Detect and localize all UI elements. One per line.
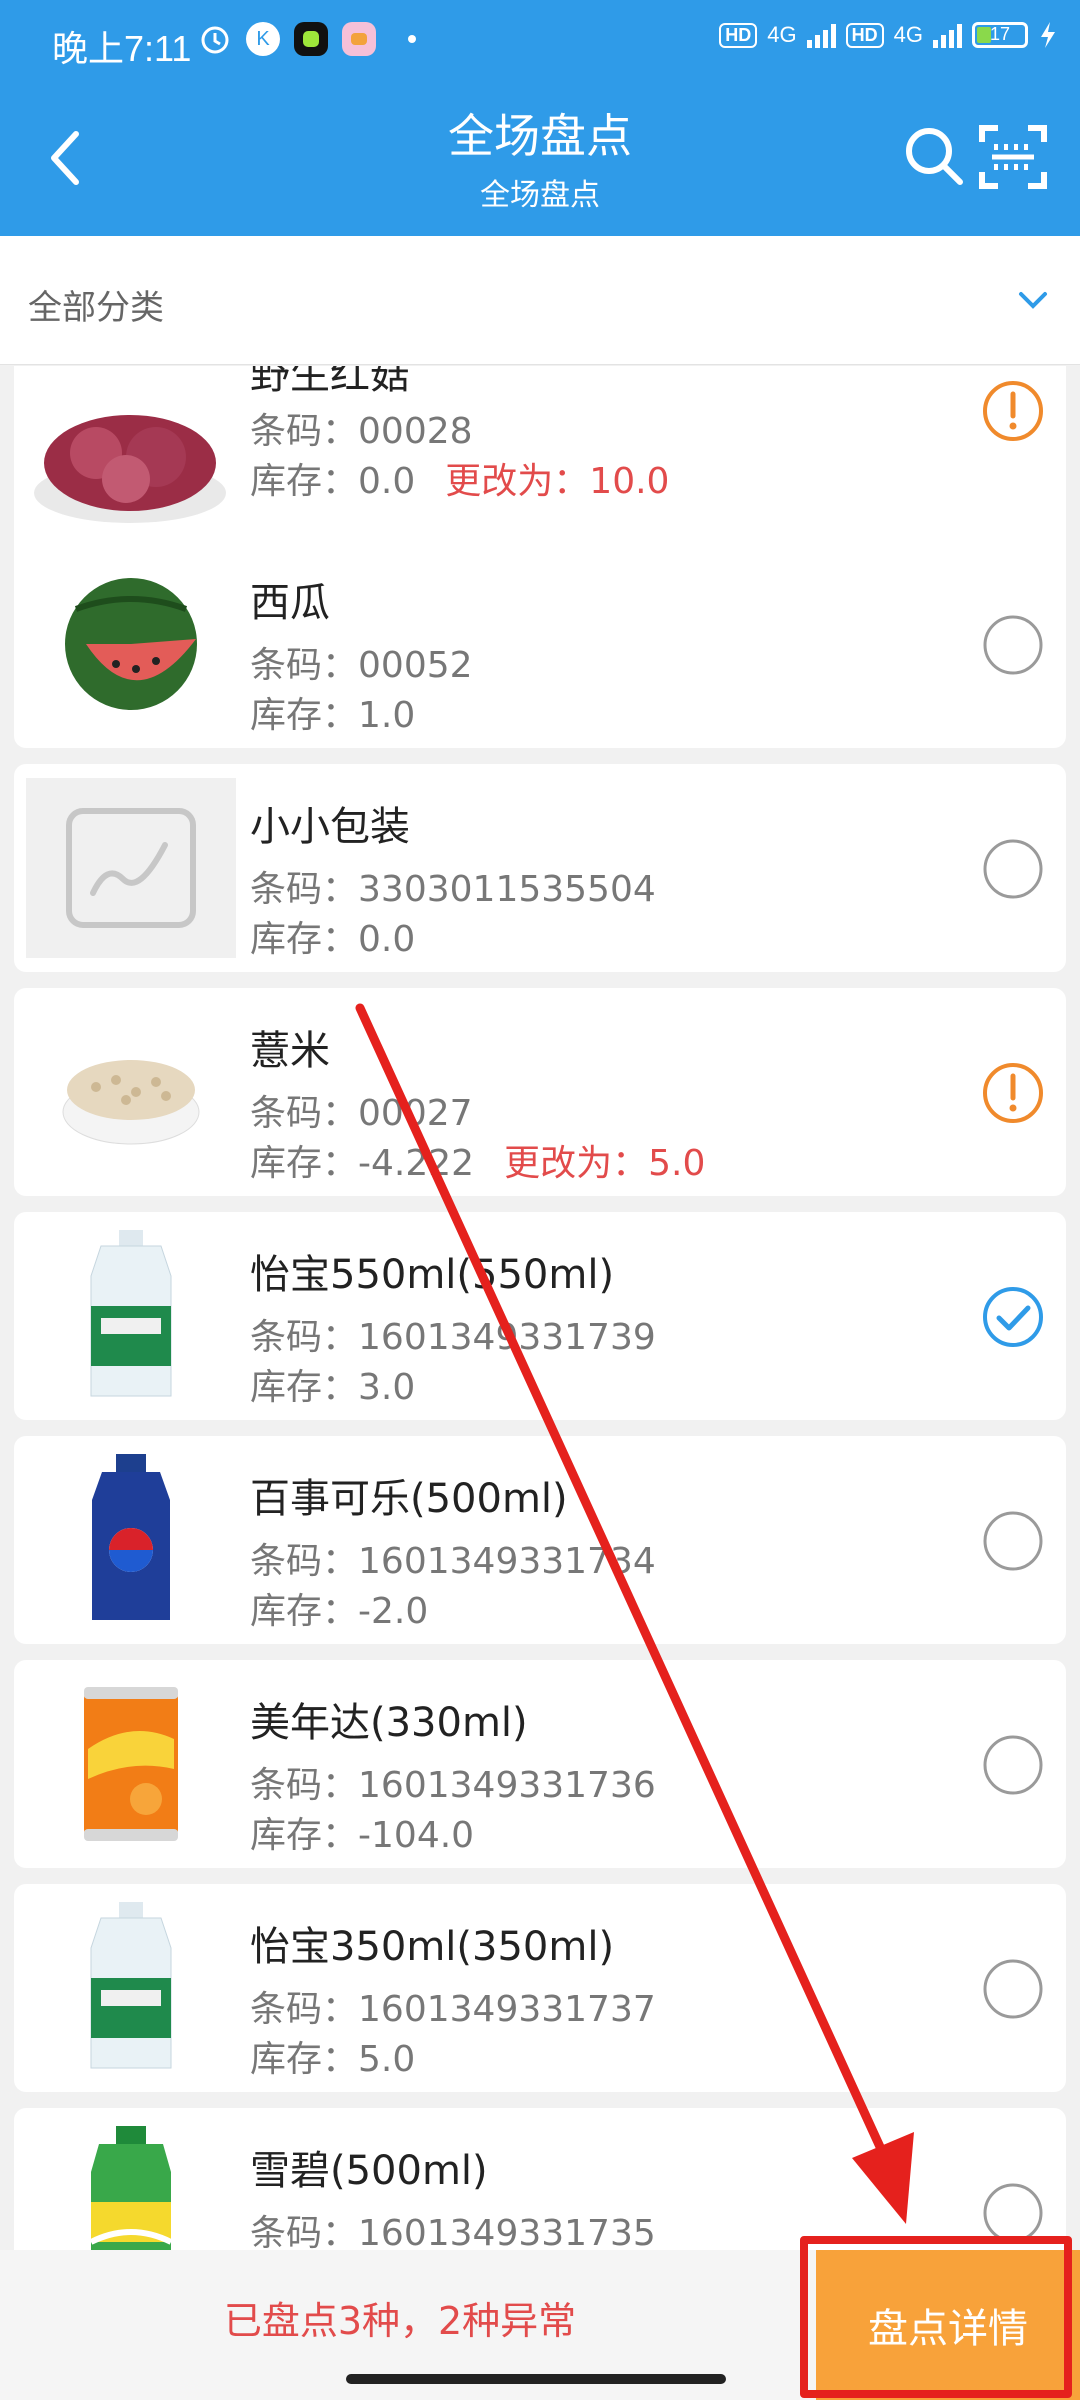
list-item[interactable]: 西瓜 条码：00052 库存：1.0 [14, 540, 1066, 748]
list-item[interactable]: 怡宝350ml(350ml) 条码：1601349331737 库存：5.0 [14, 1884, 1066, 2092]
battery-icon: 17 [972, 22, 1028, 48]
product-barcode: 条码：1601349331739 [250, 1317, 656, 1358]
signal-icon-2 [933, 22, 962, 48]
hd-badge: HD [719, 22, 758, 48]
product-image-watermelon [26, 554, 236, 734]
product-stock: 库存：-104.0 [250, 1815, 475, 1856]
inventory-summary: 已盘点3种，2种异常 [223, 2299, 577, 2343]
product-image-pepsi [26, 1450, 236, 1630]
product-barcode: 条码：1601349331735 [250, 2213, 656, 2250]
list-item[interactable]: 薏米 条码：00027 库存：-4.222 更改为：5.0 [14, 988, 1066, 1196]
product-image-water-bottle-small [26, 1898, 236, 2078]
list-item[interactable]: 百事可乐(500ml) 条码：1601349331734 库存：-2.0 [14, 1436, 1066, 1644]
warning-icon[interactable] [982, 1062, 1044, 1124]
product-name: 怡宝550ml(550ml) [250, 1252, 615, 1298]
status-bar: 晚上7:11 K HD 4G HD 4G 17 [0, 0, 1080, 78]
product-image-barley [26, 1002, 236, 1182]
unchecked-circle-icon[interactable] [982, 1734, 1044, 1796]
app-cake-icon [342, 22, 376, 56]
battery-level: 17 [989, 24, 1011, 44]
changed-value: 更改为：10.0 [445, 461, 670, 502]
list-item[interactable]: 美年达(330ml) 条码：1601349331736 库存：-104.0 [14, 1660, 1066, 1868]
product-image-water-bottle [26, 1226, 236, 1406]
product-stock: 库存：-4.222 更改为：5.0 [250, 1143, 706, 1184]
unchecked-circle-icon[interactable] [982, 1958, 1044, 2020]
status-right: HD 4G HD 4G 17 [719, 20, 1058, 50]
checked-circle-icon[interactable] [982, 1286, 1044, 1348]
unchecked-circle-icon[interactable] [982, 614, 1044, 676]
signal-icon [806, 22, 836, 48]
charging-icon [1041, 22, 1055, 48]
product-name: 雪碧(500ml) [250, 2148, 488, 2194]
warning-icon[interactable] [982, 380, 1044, 442]
status-dot-icon [408, 35, 416, 43]
app-green-icon [294, 22, 328, 56]
product-stock: 库存：-2.0 [250, 1591, 429, 1632]
changed-value: 更改为：5.0 [504, 1143, 706, 1184]
alarm-icon [201, 26, 229, 54]
product-barcode: 条码：3303011535504 [250, 869, 656, 910]
product-name: 美年达(330ml) [250, 1700, 528, 1746]
product-name: 怡宝350ml(350ml) [250, 1924, 615, 1970]
product-stock: 库存：5.0 [250, 2039, 416, 2080]
network-label: 4G [767, 22, 797, 47]
product-barcode: 条码：1601349331737 [250, 1989, 656, 2030]
category-filter[interactable]: 全部分类 [0, 236, 1080, 365]
image-placeholder-icon [26, 778, 236, 958]
product-image-sprite [26, 2122, 236, 2250]
product-stock: 库存：0.0 [250, 919, 416, 960]
hd-badge-2: HD [845, 22, 884, 48]
app-header: 全场盘点 全场盘点 [0, 78, 1080, 236]
product-name: 野生红菇 [250, 366, 410, 398]
search-icon[interactable] [902, 124, 966, 188]
status-app-icons: K [198, 22, 416, 56]
product-barcode: 条码：00028 [250, 411, 473, 452]
product-name: 小小包装 [250, 804, 410, 850]
unchecked-circle-icon[interactable] [982, 838, 1044, 900]
chevron-down-icon[interactable] [1018, 290, 1048, 310]
product-stock: 库存：1.0 [250, 695, 416, 736]
product-barcode: 条码：1601349331734 [250, 1541, 656, 1582]
product-barcode: 条码：00027 [250, 1093, 473, 1134]
home-indicator[interactable] [346, 2374, 726, 2384]
scan-icon[interactable] [978, 122, 1048, 192]
product-image-mushroom [26, 368, 236, 548]
category-label: 全部分类 [28, 288, 164, 328]
annotation-highlight-box [800, 2236, 1072, 2398]
product-stock: 库存：0.0 更改为：10.0 [250, 461, 670, 502]
product-name: 薏米 [250, 1028, 330, 1074]
product-name: 百事可乐(500ml) [250, 1476, 568, 1522]
list-item[interactable]: 小小包装 条码：3303011535504 库存：0.0 [14, 764, 1066, 972]
network-label-2: 4G [893, 22, 923, 47]
list-item[interactable]: 雪碧(500ml) 条码：1601349331735 库存： [14, 2108, 1066, 2250]
list-item[interactable]: 怡宝550ml(550ml) 条码：1601349331739 库存：3.0 [14, 1212, 1066, 1420]
unchecked-circle-icon[interactable] [982, 1510, 1044, 1572]
product-stock: 库存：3.0 [250, 1367, 416, 1408]
list-item[interactable]: 野生红菇 条码：00028 库存：0.0 更改为：10.0 [14, 366, 1066, 562]
product-barcode: 条码：00052 [250, 645, 473, 686]
product-list[interactable]: 野生红菇 条码：00028 库存：0.0 更改为：10.0 西瓜 条码：00052… [0, 366, 1080, 2250]
product-image-mirinda [26, 1674, 236, 1854]
unchecked-circle-icon[interactable] [982, 2182, 1044, 2244]
product-name: 西瓜 [250, 580, 330, 626]
app-k-icon: K [246, 22, 280, 56]
status-time: 晚上7:11 [52, 28, 192, 69]
product-barcode: 条码：1601349331736 [250, 1765, 656, 1806]
